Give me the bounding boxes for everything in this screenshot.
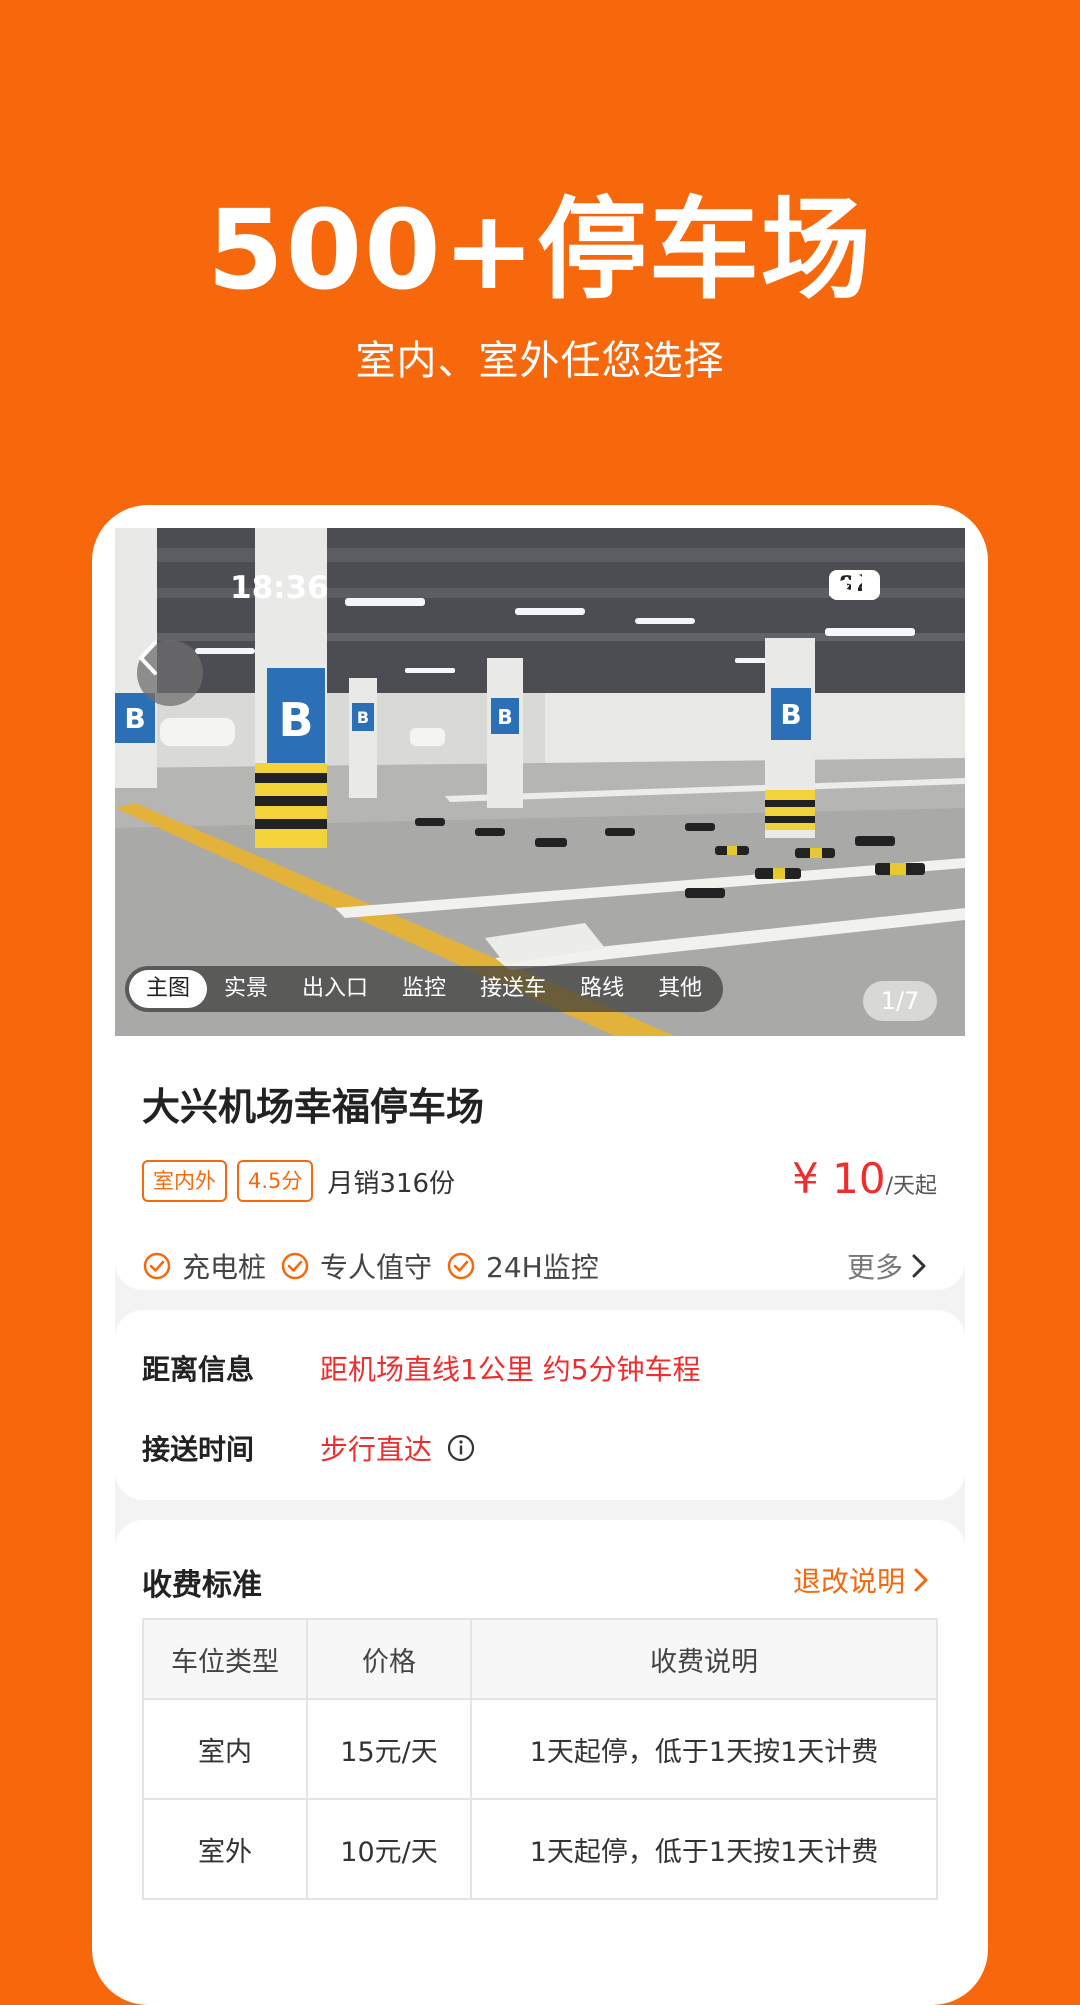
photo-tab-entrance[interactable]: 出入口 xyxy=(285,970,385,1008)
feature-label: 充电桩 xyxy=(182,1251,267,1284)
hero-title: 500+停车场 xyxy=(207,186,873,314)
photo-tab-scene[interactable]: 实景 xyxy=(207,970,285,1008)
chevron-right-icon xyxy=(914,1568,928,1592)
table-cell: 1天起停，低于1天按1天计费 xyxy=(470,1698,938,1800)
check-circle-icon xyxy=(447,1252,475,1280)
refund-policy-link[interactable]: 退改说明 xyxy=(793,1560,929,1600)
distance-card: 距离信息 距机场直线1公里 约5分钟车程 接送时间 步行直达 xyxy=(115,1310,965,1500)
price-symbol: ¥ xyxy=(792,1154,819,1203)
monthly-sales: 月销316份 xyxy=(327,1168,456,1199)
svg-text:B: B xyxy=(497,705,512,729)
more-features-link[interactable]: 更多 xyxy=(847,1246,927,1286)
back-button[interactable] xyxy=(137,640,203,706)
feature-item: 专人值守 xyxy=(280,1246,432,1286)
svg-text:B: B xyxy=(357,708,369,727)
distance-text: 距机场直线1公里 约5分钟车程 xyxy=(320,1353,701,1386)
photo-tab-main[interactable]: 主图 xyxy=(129,970,208,1008)
svg-text:B: B xyxy=(278,693,313,747)
photo-counter: 1/7 xyxy=(863,981,937,1021)
app-screen: B B B B B 18:36 主图 实景 出入口 监控 接送车 路线 其他 1… xyxy=(115,528,965,1948)
hero-subtitle: 室内、室外任您选择 xyxy=(355,338,725,384)
wifi-icon xyxy=(829,571,866,597)
refund-label: 退改说明 xyxy=(792,1565,905,1598)
check-circle-icon xyxy=(281,1252,309,1280)
info-icon[interactable] xyxy=(446,1433,476,1463)
feature-label: 24H监控 xyxy=(486,1251,599,1284)
chevron-right-icon xyxy=(912,1254,926,1278)
shuttle-text: 步行直达 xyxy=(320,1433,433,1466)
feature-label: 专人值守 xyxy=(320,1251,433,1284)
photo-tab-shuttle[interactable]: 接送车 xyxy=(463,970,563,1008)
column-header: 车位类型 xyxy=(142,1618,308,1700)
lot-name: 大兴机场幸福停车场 xyxy=(142,1085,485,1129)
fee-table: 车位类型 价格 收费说明 室内 15元/天 1天起停，低于1天按1天计费 室外 … xyxy=(142,1618,938,1900)
table-cell: 室外 xyxy=(142,1798,308,1900)
check-circle-icon xyxy=(143,1252,171,1280)
more-label: 更多 xyxy=(846,1251,903,1284)
column-header: 收费说明 xyxy=(470,1618,938,1700)
fee-table-header: 车位类型 价格 收费说明 xyxy=(142,1618,938,1700)
feature-item: 充电桩 xyxy=(142,1246,266,1286)
photo-category-tabs: 主图 实景 出入口 监控 接送车 路线 其他 xyxy=(125,966,724,1012)
price: ¥ 10/天起 xyxy=(792,1154,937,1203)
shuttle-label: 接送时间 xyxy=(142,1433,255,1466)
price-unit: /天起 xyxy=(885,1174,937,1199)
table-cell: 1天起停，低于1天按1天计费 xyxy=(470,1798,938,1900)
table-cell: 10元/天 xyxy=(306,1798,472,1900)
distance-label: 距离信息 xyxy=(142,1353,255,1386)
table-row: 室内 15元/天 1天起停，低于1天按1天计费 xyxy=(142,1698,938,1800)
fee-title: 收费标准 xyxy=(142,1568,262,1603)
shuttle-value: 步行直达 xyxy=(320,1428,476,1468)
tag-rating: 4.5分 xyxy=(237,1160,314,1202)
column-header: 价格 xyxy=(306,1618,472,1700)
fee-card: 收费标准 退改说明 车位类型 价格 收费说明 室内 15元/天 1天起停，低于1… xyxy=(115,1520,965,1948)
photo-tab-monitor[interactable]: 监控 xyxy=(385,970,463,1008)
svg-text:B: B xyxy=(780,698,801,731)
photo-tab-route[interactable]: 路线 xyxy=(563,970,641,1008)
status-icons: 92 xyxy=(829,570,880,600)
feature-list: 充电桩 专人值守 24H监控 xyxy=(142,1246,613,1286)
svg-text:B: B xyxy=(124,702,145,735)
table-cell: 室内 xyxy=(142,1698,308,1800)
lot-info-card: 大兴机场幸福停车场 室内外 4.5分 月销316份 ¥ 10/天起 充电桩 专人… xyxy=(115,1036,965,1290)
feature-item: 24H监控 xyxy=(446,1246,599,1286)
distance-value: 距机场直线1公里 约5分钟车程 xyxy=(320,1348,701,1388)
table-cell: 15元/天 xyxy=(306,1698,472,1800)
parking-lot-photo[interactable]: B B B B B 18:36 主图 实景 出入口 监控 接送车 路线 其他 1… xyxy=(115,528,965,1036)
table-row: 室外 10元/天 1天起停，低于1天按1天计费 xyxy=(142,1798,938,1900)
photo-tab-other[interactable]: 其他 xyxy=(641,970,719,1008)
price-value: 10 xyxy=(832,1154,886,1203)
tag-indoor-outdoor: 室内外 xyxy=(142,1160,227,1202)
lot-tags: 室内外 4.5分 月销316份 xyxy=(142,1160,455,1202)
status-time: 18:36 xyxy=(230,570,329,606)
chevron-left-icon xyxy=(139,641,157,675)
